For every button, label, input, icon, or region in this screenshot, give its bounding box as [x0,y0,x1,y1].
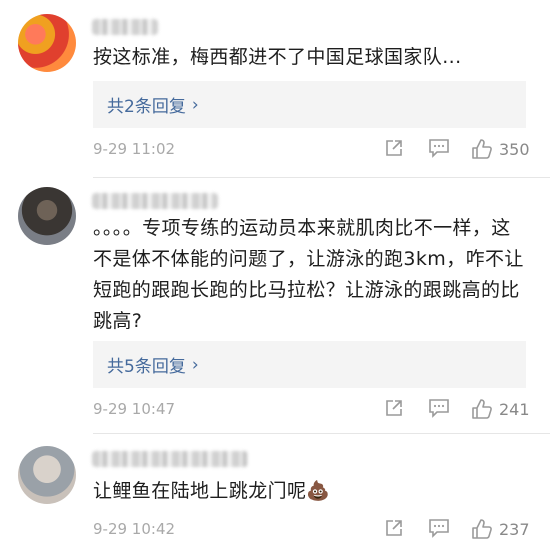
like-count: 350 [499,139,530,159]
like-count: 237 [499,519,530,539]
comment-meta: 9-29 10:42 237 [93,518,530,544]
comment-item: 。。。。专项专练的运动员本来就肌肉比不一样，这不是体不体能的问题了，让游泳的跑3… [0,178,550,434]
comment-text: 按这标准，梅西都进不了中国足球国家队... [93,46,462,68]
avatar[interactable] [18,14,76,72]
username-blurred[interactable] [92,19,158,35]
timestamp: 9-29 10:47 [93,400,176,418]
like-button[interactable]: 350 [471,138,530,160]
share-icon[interactable] [384,138,404,158]
share-icon[interactable] [384,518,404,538]
comment-text: 让鲤鱼在陆地上跳龙门呢💩 [93,480,331,502]
chevron-right-icon: › [191,94,199,115]
comment-item: 让鲤鱼在陆地上跳龙门呢💩 9-29 10:42 237 [0,434,550,548]
like-button[interactable]: 237 [471,518,530,540]
comment-meta: 9-29 11:02 350 [93,138,530,164]
avatar[interactable] [18,446,76,504]
replies-label: 共5条回复 [107,357,186,377]
replies-label: 共2条回复 [107,97,186,117]
comment-meta: 9-29 10:47 241 [93,398,530,424]
username-blurred[interactable] [92,193,218,209]
comment-icon[interactable] [428,398,450,418]
replies-link[interactable]: 共2条回复 › [93,81,526,128]
thumbs-up-icon [472,399,492,419]
comment-icon[interactable] [428,138,450,158]
like-count: 241 [499,399,530,419]
comment-icon[interactable] [428,518,450,538]
timestamp: 9-29 10:42 [93,520,176,538]
username-blurred[interactable] [92,451,248,467]
comment-item: 按这标准，梅西都进不了中国足球国家队... 共2条回复 › 9-29 11:02… [0,0,550,178]
share-icon[interactable] [384,398,404,418]
comment-text: 。。。。专项专练的运动员本来就肌肉比不一样，这不是体不体能的问题了，让游泳的跑3… [93,217,524,332]
timestamp: 9-29 11:02 [93,140,176,158]
chevron-right-icon: › [191,354,199,375]
like-button[interactable]: 241 [471,398,530,420]
thumbs-up-icon [472,519,492,539]
thumbs-up-icon [472,139,492,159]
avatar[interactable] [18,187,76,245]
replies-link[interactable]: 共5条回复 › [93,341,526,388]
